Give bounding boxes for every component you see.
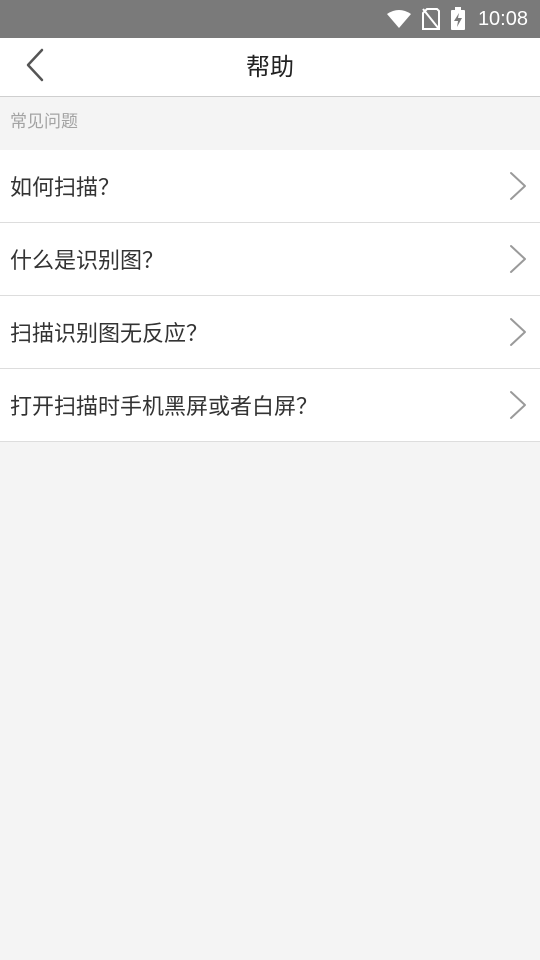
chevron-right-icon xyxy=(508,316,528,348)
faq-item-what-is-target[interactable]: 什么是识别图？ xyxy=(0,223,540,296)
status-bar: 10:08 xyxy=(0,0,540,38)
battery-charging-icon xyxy=(450,7,466,31)
chevron-right-icon xyxy=(508,170,528,202)
faq-item-how-to-scan[interactable]: 如何扫描？ xyxy=(0,150,540,223)
faq-item-label: 如何扫描？ xyxy=(10,176,121,201)
section-header: 常见问题 xyxy=(10,112,78,132)
chevron-right-icon xyxy=(508,243,528,275)
status-icons: 10:08 xyxy=(386,7,528,31)
faq-item-label: 打开扫描时手机黑屏或者白屏？ xyxy=(10,395,319,420)
faq-item-label: 扫描识别图无反应？ xyxy=(10,322,209,347)
back-button[interactable] xyxy=(14,46,56,88)
faq-item-no-response[interactable]: 扫描识别图无反应？ xyxy=(0,296,540,369)
app-bar: 帮助 xyxy=(0,38,540,97)
faq-item-label: 什么是识别图？ xyxy=(10,249,165,274)
faq-list: 如何扫描？ 什么是识别图？ 扫描识别图无反应？ 打开扫描时手机黑屏或者白屏？ xyxy=(0,150,540,442)
status-time: 10:08 xyxy=(477,7,528,30)
chevron-right-icon xyxy=(508,389,528,421)
chevron-left-icon xyxy=(24,47,46,87)
faq-item-black-white-screen[interactable]: 打开扫描时手机黑屏或者白屏？ xyxy=(0,369,540,442)
page-title: 帮助 xyxy=(246,53,294,81)
wifi-icon xyxy=(386,9,412,29)
no-sim-icon xyxy=(421,8,440,30)
